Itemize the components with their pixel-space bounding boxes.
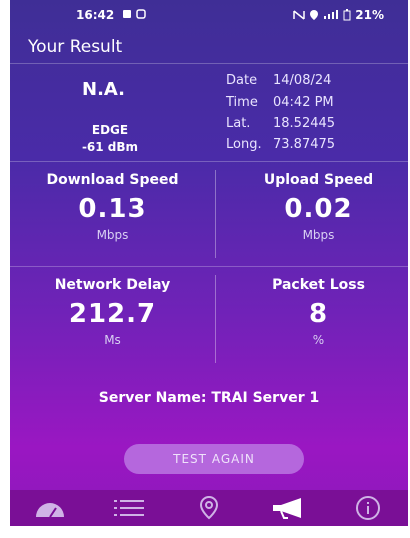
status-right: 21% (293, 8, 384, 22)
app-notification-icon (136, 9, 146, 19)
test-again-button[interactable]: TEST AGAIN (124, 444, 304, 474)
longitude-value: 73.87475 (273, 137, 336, 152)
latitude-value: 18.52445 (273, 116, 336, 131)
speedometer-icon (35, 503, 64, 518)
date-value: 14/08/24 (273, 73, 332, 88)
operator-name: N.A. (82, 79, 126, 100)
date-label: Date (226, 73, 258, 88)
signal-icon (324, 10, 339, 19)
network-info: N.A. EDGE -61 dBm Date 14/08/24 Time 04:… (10, 63, 408, 162)
app-screen: 16:42 21% Your Result N.A. EDGE -61 dBm … (10, 0, 408, 526)
location-status-icon (310, 10, 319, 20)
latitude-label: Lat. (226, 116, 251, 131)
battery-percent: 21% (355, 8, 384, 22)
nav-item-speedtest[interactable] (25, 493, 75, 523)
latency-metrics: Network Delay 212.7 Ms Packet Loss 8 % (10, 267, 408, 371)
notification-icon (123, 10, 131, 18)
delay-label: Network Delay (54, 277, 171, 293)
delay-unit: Ms (104, 333, 121, 347)
nav-item-info[interactable] (343, 493, 393, 523)
delay-value: 212.7 (68, 299, 157, 329)
loss-label: Packet Loss (272, 277, 365, 293)
time-label: Time (226, 95, 258, 110)
nav-item-report[interactable] (264, 493, 314, 523)
bottom-nav (10, 490, 408, 526)
location-pin-icon (199, 495, 218, 520)
status-time: 16:42 (76, 8, 115, 22)
network-technology: EDGE (91, 123, 129, 137)
time-value: 04:42 PM (273, 95, 334, 110)
battery-icon (343, 9, 351, 21)
loss-value: 8 (308, 299, 329, 329)
nav-item-history[interactable] (104, 493, 154, 523)
upload-value: 0.02 (284, 194, 353, 224)
download-label: Download Speed (46, 172, 179, 188)
info-icon (356, 496, 381, 520)
download-unit: Mbps (96, 228, 129, 242)
header: Your Result (10, 30, 408, 64)
nav-item-map[interactable] (184, 493, 234, 523)
signal-strength: -61 dBm (81, 140, 139, 154)
nfc-icon (293, 10, 306, 20)
longitude-label: Long. (226, 137, 262, 152)
loss-unit: % (312, 333, 325, 347)
download-speed-card: Download Speed 0.13 Mbps (10, 172, 215, 242)
megaphone-icon (272, 498, 301, 519)
upload-label: Upload Speed (263, 172, 374, 188)
server-name: Server Name: TRAI Server 1 (98, 390, 320, 406)
page-title: Your Result (28, 37, 123, 57)
download-value: 0.13 (78, 194, 147, 224)
network-delay-card: Network Delay 212.7 Ms (10, 277, 215, 347)
upload-unit: Mbps (302, 228, 335, 242)
list-icon (114, 500, 145, 516)
speed-metrics: Download Speed 0.13 Mbps Upload Speed 0.… (10, 162, 408, 267)
packet-loss-card: Packet Loss 8 % (216, 277, 408, 347)
status-bar: 16:42 21% (10, 0, 408, 30)
upload-speed-card: Upload Speed 0.02 Mbps (216, 172, 408, 242)
